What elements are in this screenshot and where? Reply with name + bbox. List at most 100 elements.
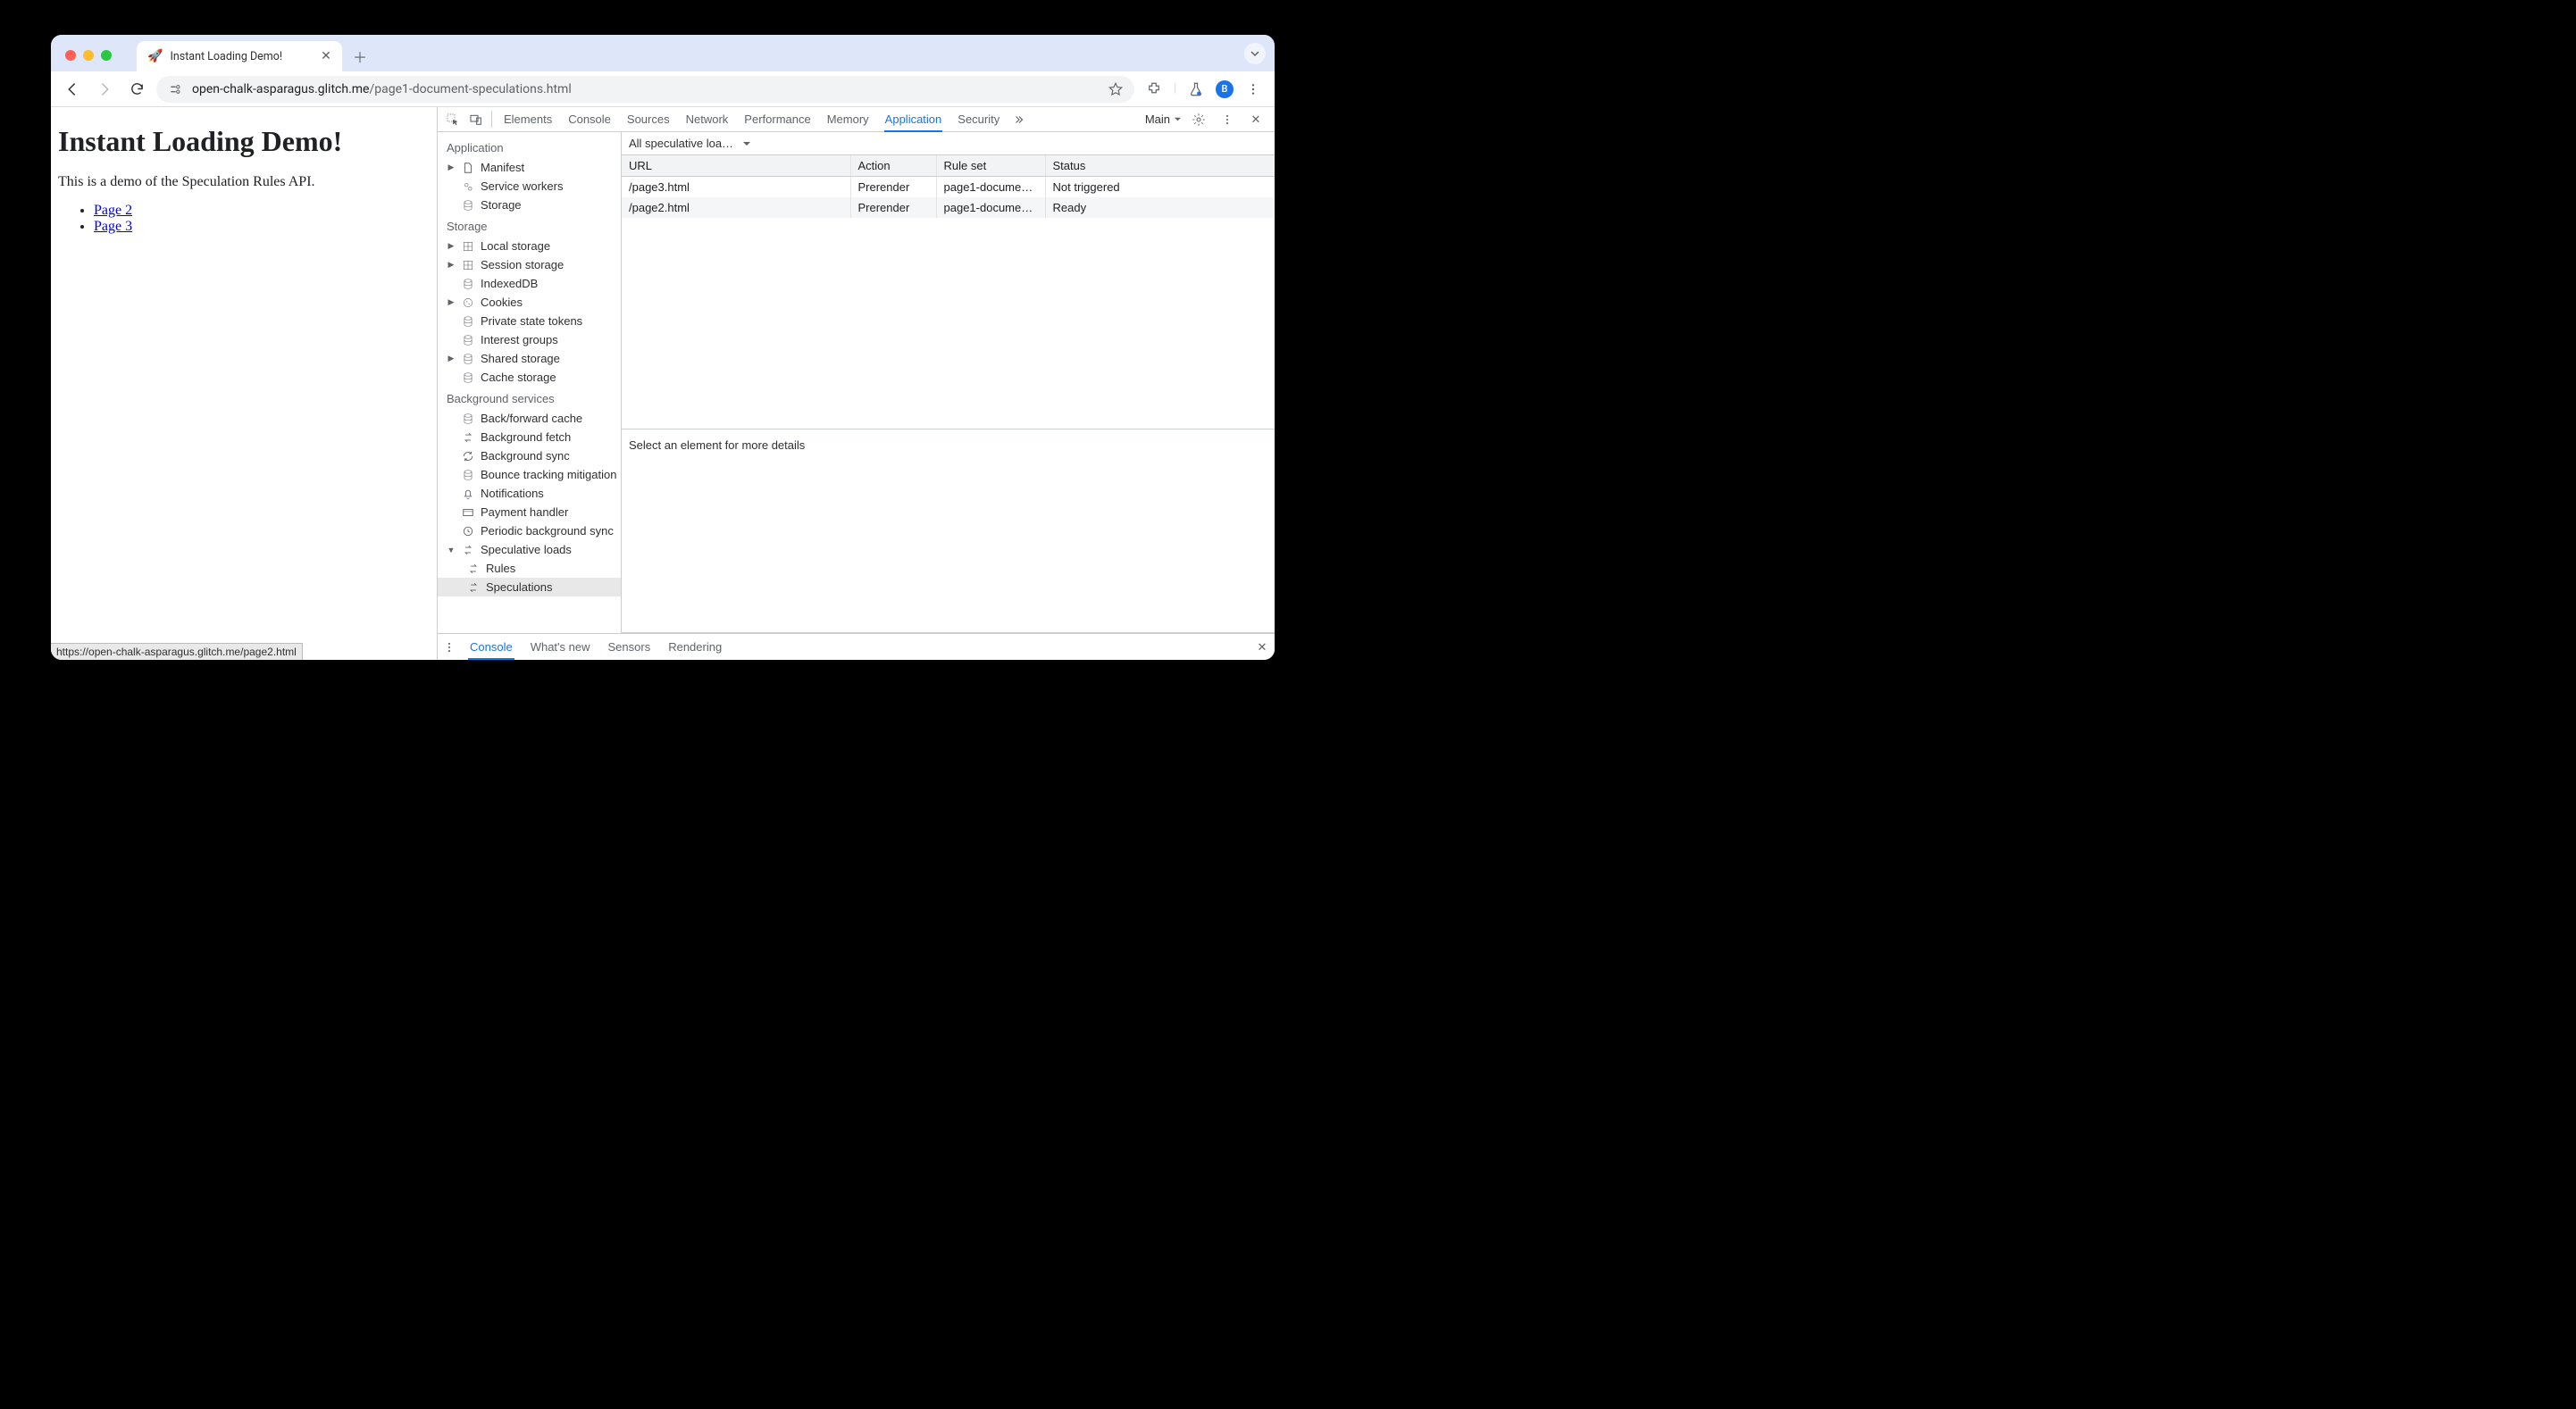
sidebar-item-label: Private state tokens [481,314,582,328]
page-intro: This is a demo of the Speculation Rules … [58,174,430,190]
devtools-tab-memory[interactable]: Memory [819,107,877,131]
page-link-3[interactable]: Page 3 [94,219,132,234]
db-icon [461,277,475,291]
db-icon [461,333,475,347]
window-close-button[interactable] [65,50,76,61]
sidebar-item-label: Cookies [481,296,523,309]
db-icon [461,314,475,329]
col-action[interactable]: Action [851,155,937,176]
speculation-filter-select[interactable]: All speculative loa… [629,137,751,150]
devtools-tab-sources[interactable]: Sources [619,107,678,131]
drawer-tab-sensors[interactable]: Sensors [599,634,660,660]
sidebar-item[interactable]: Bounce tracking mitigation [438,465,621,484]
drawer-tab-whatsnew[interactable]: What's new [522,634,599,660]
tab-close-button[interactable]: ✕ [319,49,333,63]
sidebar-item[interactable]: Back/forward cache [438,409,621,428]
card-icon [461,505,475,520]
page-link-2[interactable]: Page 2 [94,203,132,218]
drawer-tab-rendering[interactable]: Rendering [659,634,731,660]
sidebar-item[interactable]: Background fetch [438,428,621,446]
profile-avatar[interactable]: B [1216,80,1234,98]
drawer-tab-console[interactable]: Console [461,634,522,660]
devtools-tab-performance[interactable]: Performance [736,107,818,131]
browser-menu-icon[interactable] [1241,77,1266,102]
window-minimize-button[interactable] [83,50,94,61]
sidebar-item-label: Storage [481,198,522,212]
devtools-menu-icon[interactable] [1216,113,1239,126]
sidebar-item[interactable]: ▶Manifest [438,158,621,177]
sidebar-item[interactable]: Notifications [438,484,621,503]
sidebar-item[interactable]: ▶Cookies [438,293,621,312]
inspect-icon[interactable] [441,107,464,131]
gears-icon [461,179,475,194]
sidebar-item[interactable]: ▶Shared storage [438,349,621,368]
settings-gear-icon[interactable] [1187,113,1210,127]
browser-tab[interactable]: 🚀 Instant Loading Demo! ✕ [137,41,342,71]
back-button[interactable] [60,77,85,102]
grid-icon [461,239,475,254]
table-cell: page1-document-… [937,197,1046,218]
table-cell: Prerender [851,197,937,218]
sidebar-item[interactable]: Periodic background sync [438,521,621,540]
address-bar[interactable]: open-chalk-asparagus.glitch.me/page1-doc… [156,76,1134,103]
sidebar-item[interactable]: Cache storage [438,368,621,387]
reload-button[interactable] [124,77,149,102]
sidebar-item[interactable]: IndexedDB [438,274,621,293]
sidebar-subitem[interactable]: Rules [438,559,621,578]
target-selector[interactable]: Main [1145,113,1182,126]
sidebar-item-label: Cache storage [481,371,556,384]
url-text: open-chalk-asparagus.glitch.me/page1-doc… [192,82,572,96]
page-link-list: Page 2 Page 3 [58,203,430,235]
devtools-tab-security[interactable]: Security [949,107,1008,131]
devtools-tab-console[interactable]: Console [560,107,619,131]
forward-button[interactable] [92,77,117,102]
sidebar-item[interactable]: Background sync [438,446,621,465]
sidebar-item-label: Periodic background sync [481,524,614,538]
window-controls [65,38,112,71]
bell-icon [461,487,475,501]
window-maximize-button[interactable] [101,50,112,61]
device-toggle-icon[interactable] [464,107,488,131]
details-placeholder: Select an element for more details [622,429,1275,633]
col-status[interactable]: Status [1046,155,1275,176]
col-ruleset[interactable]: Rule set [937,155,1046,176]
devtools-close-icon[interactable]: ✕ [1244,113,1267,127]
table-cell: Prerender [851,177,937,197]
bookmark-star-icon[interactable] [1108,81,1124,97]
sidebar-item[interactable]: Private state tokens [438,312,621,330]
sync-icon [461,449,475,463]
new-tab-button[interactable]: ＋ [347,44,372,69]
sidebar-item[interactable]: Interest groups [438,330,621,349]
sidebar-item[interactable]: Payment handler [438,503,621,521]
sidebar-item[interactable]: ▶Session storage [438,255,621,274]
sidebar-item[interactable]: ▶Local storage [438,237,621,255]
sidebar-subitem[interactable]: Speculations [438,578,621,596]
col-url[interactable]: URL [622,155,851,176]
browser-window: 🚀 Instant Loading Demo! ✕ ＋ open-chalk-a… [51,35,1275,660]
devtools-tab-network[interactable]: Network [678,107,737,131]
sidebar-item[interactable]: Service workers [438,177,621,196]
devtools-tab-elements[interactable]: Elements [496,107,560,131]
application-main: All speculative loa… URL Action Rule set… [622,132,1275,633]
labs-icon[interactable] [1183,77,1209,102]
sidebar-item-label: Speculations [486,580,552,594]
table-cell: /page3.html [622,177,851,197]
drawer-menu-icon[interactable] [438,634,461,660]
table-row[interactable]: /page2.htmlPrerenderpage1-document-…Read… [622,197,1275,218]
devtools-tab-application[interactable]: Application [877,107,950,131]
tab-list-dropdown[interactable] [1244,43,1266,64]
site-settings-icon[interactable] [167,81,183,97]
db-icon [461,468,475,482]
sidebar-item-label: Back/forward cache [481,412,582,425]
sidebar-item-label: Notifications [481,487,544,500]
tab-favicon: 🚀 [147,49,163,63]
sidebar-item[interactable]: Storage [438,196,621,214]
application-sidebar: Application▶ManifestService workersStora… [438,132,622,633]
extensions-icon[interactable] [1142,77,1167,102]
drawer-close-icon[interactable]: ✕ [1250,634,1275,660]
sidebar-item[interactable]: ▼Speculative loads [438,540,621,559]
more-tabs-icon[interactable] [1008,107,1031,131]
table-row[interactable]: /page3.htmlPrerenderpage1-document-…Not … [622,177,1275,197]
table-cell: /page2.html [622,197,851,218]
sidebar-item-label: Background sync [481,449,570,463]
